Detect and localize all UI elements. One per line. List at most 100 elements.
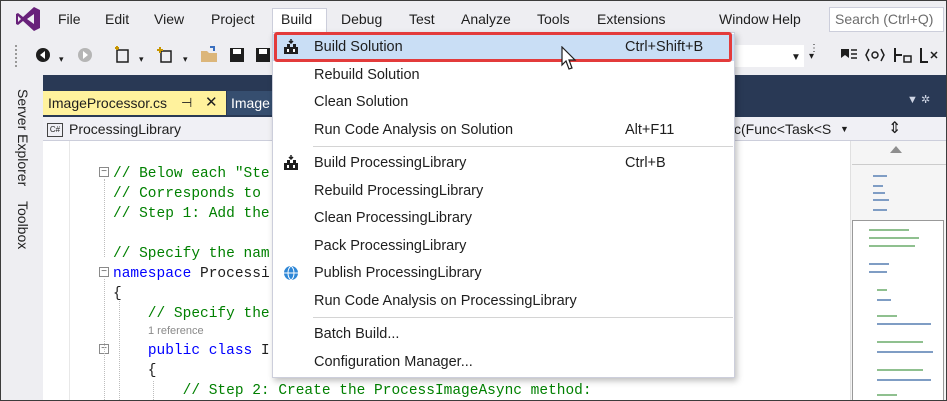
visual-studio-logo-icon bbox=[16, 7, 40, 31]
minimap-line bbox=[869, 263, 889, 265]
menu-extensions[interactable]: Extensions bbox=[589, 9, 673, 31]
menu-help[interactable]: Help bbox=[764, 9, 809, 31]
uncomment-icon[interactable] bbox=[919, 46, 941, 64]
toolbar-overflow-icon[interactable]: ⋮ ▾ bbox=[809, 44, 819, 62]
menu-item-label: Build ProcessingLibrary bbox=[314, 155, 467, 171]
minimap-line bbox=[869, 237, 919, 239]
menu-item-rebuild-solution[interactable]: Rebuild Solution bbox=[273, 62, 734, 89]
bookmark-icon[interactable] bbox=[839, 46, 859, 64]
open-folder-icon[interactable] bbox=[200, 46, 220, 64]
menu-edit[interactable]: Edit bbox=[97, 9, 137, 31]
code-line: { bbox=[113, 286, 122, 302]
menu-item-batch-build[interactable]: Batch Build... bbox=[273, 321, 734, 348]
indent-guide bbox=[104, 179, 105, 257]
menu-analyze[interactable]: Analyze bbox=[453, 9, 519, 31]
member-dropdown-icon: ▼ bbox=[840, 124, 849, 134]
menu-project[interactable]: Project bbox=[203, 9, 263, 31]
menu-view[interactable]: View bbox=[146, 9, 192, 31]
fold-toggle-icon[interactable]: − bbox=[99, 167, 109, 177]
highlight-annotation bbox=[274, 32, 732, 62]
menu-tools[interactable]: Tools bbox=[529, 9, 578, 31]
close-icon[interactable]: ✕ bbox=[205, 91, 218, 115]
minimap-line bbox=[877, 289, 887, 291]
tab-overflow-icon[interactable]: ▼ ✲ bbox=[907, 93, 930, 106]
forward-icon[interactable] bbox=[77, 47, 93, 63]
code-snippet-icon[interactable] bbox=[865, 47, 885, 63]
menu-item-configuration-manager[interactable]: Configuration Manager... bbox=[273, 349, 734, 376]
minimap-line bbox=[877, 369, 923, 371]
minimap-line bbox=[877, 299, 891, 301]
minimap-line bbox=[877, 379, 931, 381]
minimap-line bbox=[873, 175, 887, 177]
minimap-divider bbox=[852, 164, 946, 165]
minimap-line bbox=[877, 351, 933, 353]
back-dropdown-icon[interactable]: ▾ bbox=[59, 51, 64, 67]
member-name: c(Func<Task<S bbox=[734, 121, 832, 137]
add-item-icon[interactable] bbox=[156, 46, 174, 64]
menu-item-clean-project[interactable]: Clean ProcessingLibrary bbox=[273, 205, 734, 232]
minimap-line bbox=[869, 245, 915, 247]
minimap-line bbox=[873, 192, 885, 194]
pin-icon[interactable]: ⊣ bbox=[181, 91, 192, 115]
minimap-line bbox=[877, 394, 897, 396]
code-line: // Step 2: Create the ProcessImageAsync … bbox=[113, 383, 592, 399]
member-dropdown[interactable]: c(Func<Task<S ▼ bbox=[734, 119, 849, 139]
menu-item-shortcut: Ctrl+B bbox=[625, 155, 666, 171]
ide-window: File Edit View Project Build Debug Test … bbox=[0, 0, 947, 401]
menu-item-clean-solution[interactable]: Clean Solution bbox=[273, 89, 734, 116]
gutter-divider bbox=[69, 141, 70, 400]
save-icon[interactable] bbox=[229, 47, 245, 63]
split-window-icon[interactable]: ⇕ bbox=[888, 118, 901, 138]
add-item-dropdown-icon[interactable]: ▾ bbox=[183, 51, 188, 67]
minimap-viewport[interactable] bbox=[852, 220, 944, 400]
code-line: { bbox=[113, 363, 157, 379]
tab-label: ImageProcessor.cs bbox=[48, 95, 168, 111]
tab-imageprocessor[interactable]: ImageProcessor.cs ⊣ ✕ bbox=[43, 91, 226, 115]
minimap-line bbox=[877, 315, 897, 317]
minimap-line bbox=[873, 209, 887, 211]
menu-debug[interactable]: Debug bbox=[333, 9, 390, 31]
minimap-line bbox=[869, 271, 887, 273]
menu-item-label: Pack ProcessingLibrary bbox=[314, 238, 467, 254]
menu-test[interactable]: Test bbox=[401, 9, 443, 31]
comment-icon[interactable] bbox=[893, 46, 913, 64]
search-input[interactable]: Search (Ctrl+Q) bbox=[829, 7, 944, 32]
minimap-line bbox=[877, 323, 931, 325]
menu-item-label: Rebuild ProcessingLibrary bbox=[314, 183, 484, 199]
code-line: // Below each "Ste bbox=[113, 166, 270, 182]
toolbar-grip[interactable] bbox=[15, 45, 19, 67]
fold-toggle-icon[interactable]: − bbox=[99, 267, 109, 277]
menu-item-build-project[interactable]: Build ProcessingLibrary Ctrl+B bbox=[273, 150, 734, 177]
menu-separator bbox=[313, 146, 733, 147]
menu-item-run-code-analysis-solution[interactable]: Run Code Analysis on Solution Alt+F11 bbox=[273, 117, 734, 144]
back-icon[interactable] bbox=[35, 47, 51, 63]
menu-item-run-code-analysis-project[interactable]: Run Code Analysis on ProcessingLibrary bbox=[273, 288, 734, 315]
save-all-icon[interactable] bbox=[253, 47, 271, 63]
toolbox-tab[interactable]: Toolbox bbox=[15, 201, 31, 249]
menu-item-label: Batch Build... bbox=[314, 326, 400, 342]
project-dropdown[interactable]: C# ProcessingLibrary bbox=[47, 119, 181, 139]
minimap-line bbox=[873, 185, 883, 187]
menu-file[interactable]: File bbox=[50, 9, 89, 31]
tab-image[interactable]: Image bbox=[227, 91, 272, 115]
menu-item-label: Clean Solution bbox=[314, 94, 409, 110]
new-project-dropdown-icon[interactable]: ▾ bbox=[139, 51, 144, 67]
menu-item-publish-project[interactable]: Publish ProcessingLibrary bbox=[273, 260, 734, 287]
combo-dropdown-icon[interactable]: ▼ bbox=[791, 50, 801, 66]
code-line: // Specify the bbox=[113, 306, 270, 322]
project-name: ProcessingLibrary bbox=[69, 121, 182, 137]
code-line: // Step 1: Add the bbox=[113, 206, 270, 222]
menu-item-label: Run Code Analysis on Solution bbox=[314, 122, 514, 138]
new-project-icon[interactable] bbox=[113, 46, 131, 64]
menu-item-shortcut: Alt+F11 bbox=[625, 122, 675, 138]
scroll-up-icon[interactable] bbox=[890, 146, 902, 153]
menu-item-pack-project[interactable]: Pack ProcessingLibrary bbox=[273, 233, 734, 260]
menu-item-label: Publish ProcessingLibrary bbox=[314, 265, 482, 281]
reference-codelens[interactable]: 1 reference bbox=[148, 325, 204, 337]
menu-item-label: Rebuild Solution bbox=[314, 67, 420, 83]
menu-item-label: Clean ProcessingLibrary bbox=[314, 210, 472, 226]
menu-item-rebuild-project[interactable]: Rebuild ProcessingLibrary bbox=[273, 178, 734, 205]
code-line: // Corresponds to bbox=[113, 186, 261, 202]
server-explorer-tab[interactable]: Server Explorer bbox=[15, 89, 31, 186]
code-line-class: public class I bbox=[147, 343, 270, 359]
